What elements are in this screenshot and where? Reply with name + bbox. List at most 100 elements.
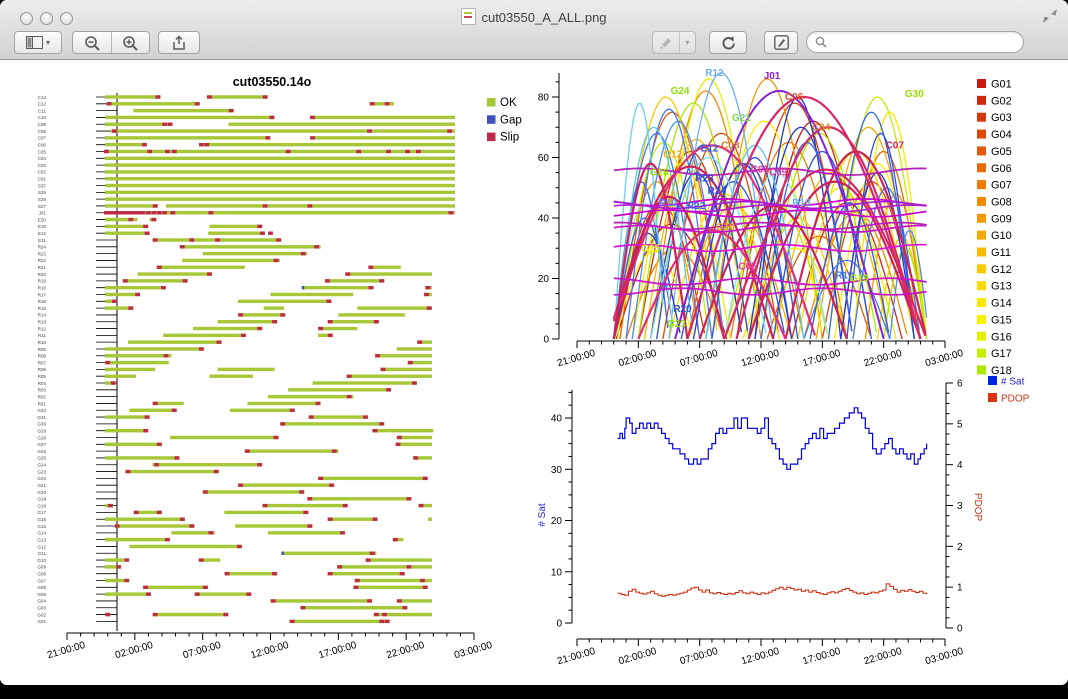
- sat-label: C11: [38, 108, 47, 113]
- slip-mark: [208, 211, 213, 214]
- slip-mark: [397, 436, 402, 439]
- slip-mark: [124, 579, 129, 582]
- gap-mark: [302, 286, 304, 289]
- slip-mark: [370, 552, 375, 555]
- sat-curve-label: C04: [812, 122, 831, 133]
- ok-segment: [327, 518, 377, 521]
- slip-mark: [241, 334, 246, 337]
- slip-mark: [272, 320, 277, 323]
- slip-mark: [316, 402, 321, 405]
- ok-segment: [337, 565, 432, 568]
- ok-segment: [268, 395, 353, 398]
- ok-segment: [345, 272, 432, 275]
- slip-mark: [449, 211, 454, 214]
- slip-mark: [425, 286, 430, 289]
- slip-mark: [172, 150, 177, 153]
- ok-segment: [268, 531, 345, 534]
- ok-segment: [129, 409, 176, 412]
- legend-label: G12: [991, 264, 1012, 276]
- ok-segment: [300, 606, 407, 609]
- markup-button[interactable]: [764, 31, 798, 54]
- ok-segment: [280, 422, 384, 425]
- legend-label: PDOP: [1001, 394, 1030, 405]
- legend-swatch: [988, 376, 997, 385]
- sat-label: R19: [38, 279, 47, 284]
- slip-mark: [382, 613, 387, 616]
- slip-mark: [143, 586, 148, 589]
- sidebar-view-button[interactable]: ▾: [14, 31, 62, 54]
- slip-mark: [260, 232, 265, 235]
- slip-mark: [329, 483, 334, 486]
- legend-swatch: [977, 163, 986, 172]
- sat-label: R11: [38, 333, 47, 338]
- sat-label: J01: [39, 211, 47, 216]
- availability-chart: cut03550.14oC14C12C11C10C09C08C07C06C05C…: [37, 75, 521, 661]
- search-input[interactable]: [832, 34, 1015, 50]
- legend-label: G09: [991, 213, 1012, 225]
- time-label: 03:00:00: [453, 640, 494, 661]
- time-label: 22:00:00: [863, 646, 904, 667]
- ok-segment: [105, 368, 155, 371]
- slip-mark: [268, 232, 273, 235]
- ok-segment: [143, 586, 208, 589]
- slip-mark: [303, 511, 308, 514]
- zoom-in-button[interactable]: [112, 32, 149, 53]
- highlight-dropdown[interactable]: ▾: [680, 32, 695, 53]
- slip-mark: [272, 572, 277, 575]
- ok-segment: [105, 197, 455, 200]
- nsat-pdop-chart: 010203040# Sat0123456PDOP21:00:0002:00:0…: [537, 376, 1030, 667]
- chevron-down-icon: ▾: [685, 38, 689, 47]
- fullscreen-icon[interactable]: [1042, 9, 1058, 23]
- slip-mark: [328, 572, 333, 575]
- slip-mark: [170, 211, 175, 214]
- sat-label: R06: [38, 367, 47, 372]
- sat-label: R10: [38, 340, 47, 345]
- highlight-button[interactable]: [653, 32, 679, 53]
- slip-mark: [280, 313, 285, 316]
- sat-label: G31: [37, 415, 46, 420]
- sat-label: C05: [38, 149, 47, 154]
- sat-label: S37: [38, 183, 47, 188]
- ok-segment: [105, 143, 147, 146]
- sat-label: G03: [37, 606, 46, 611]
- legend-label: G13: [991, 281, 1012, 293]
- share-button[interactable]: [158, 31, 200, 54]
- sat-curve-label: R23: [695, 174, 714, 185]
- y-tick-label: 2: [957, 542, 963, 553]
- slip-mark: [199, 143, 204, 146]
- sat-label: R09: [38, 347, 47, 352]
- legend-swatch: [487, 133, 496, 142]
- zoom-out-button[interactable]: [73, 32, 111, 53]
- slip-mark: [325, 279, 330, 282]
- slip-mark: [161, 286, 166, 289]
- y-tick-label: 60: [538, 153, 550, 164]
- search-field[interactable]: [806, 31, 1024, 53]
- slip-mark: [203, 586, 208, 589]
- ok-segment: [380, 368, 432, 371]
- time-label: 22:00:00: [863, 348, 904, 369]
- ok-segment: [238, 300, 332, 303]
- legend-swatch: [977, 197, 986, 206]
- ok-segment: [289, 620, 388, 623]
- slip-mark: [257, 463, 262, 466]
- slip-mark: [174, 456, 179, 459]
- y-tick-label: 6: [957, 379, 963, 390]
- sat-label: E11: [38, 238, 46, 243]
- slip-mark: [145, 415, 150, 418]
- sat-curve-label: G30: [905, 89, 924, 100]
- chevron-down-icon: ▾: [46, 38, 50, 47]
- rotate-left-button[interactable]: [709, 31, 747, 54]
- sat-label: R03: [38, 388, 47, 393]
- sat-curve-label: G19: [850, 274, 869, 285]
- sidebar-icon: [26, 36, 43, 49]
- y-tick-label: 5: [957, 419, 963, 430]
- ok-segment: [133, 109, 233, 112]
- ok-segment: [105, 191, 455, 194]
- legend-label: G11: [991, 247, 1011, 259]
- ok-segment: [105, 347, 204, 350]
- zoom-out-icon: [84, 35, 101, 51]
- slip-mark: [332, 449, 337, 452]
- ok-segment: [313, 381, 417, 384]
- sat-label: E12: [38, 231, 47, 236]
- slip-mark: [215, 238, 220, 241]
